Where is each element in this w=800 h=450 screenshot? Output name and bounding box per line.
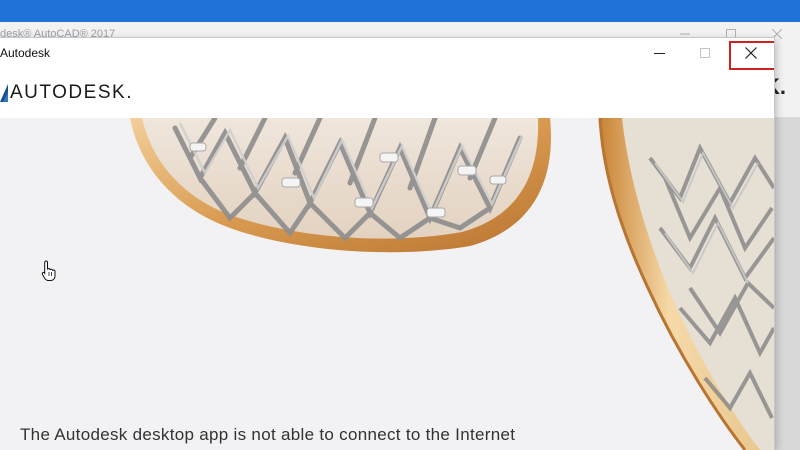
autodesk-logo-text: AUTODESK — [10, 82, 127, 103]
hero-image: The Autodesk desktop app is not able to … — [0, 118, 774, 450]
dialog-header: AUTODESK. — [0, 68, 774, 119]
lattice-sculpture-image — [130, 118, 774, 450]
background-window-content — [772, 117, 800, 450]
connection-error-message: The Autodesk desktop app is not able to … — [20, 425, 516, 444]
dialog-titlebar: Autodesk — [0, 38, 774, 68]
autodesk-logo-suffix: . — [126, 82, 132, 103]
dialog-title: Autodesk — [0, 46, 51, 60]
maximize-icon — [700, 48, 710, 58]
maximize-button[interactable] — [682, 38, 728, 68]
autodesk-dialog: Autodesk AUTODESK. The Autodesk desktop … — [0, 38, 774, 450]
minimize-button[interactable] — [636, 38, 682, 68]
autodesk-logo: AUTODESK. — [0, 82, 132, 103]
close-button-highlight — [729, 41, 774, 70]
autodesk-logo-icon — [0, 84, 8, 102]
minimize-icon — [653, 52, 665, 54]
hand-pointer-cursor-icon — [41, 260, 56, 281]
